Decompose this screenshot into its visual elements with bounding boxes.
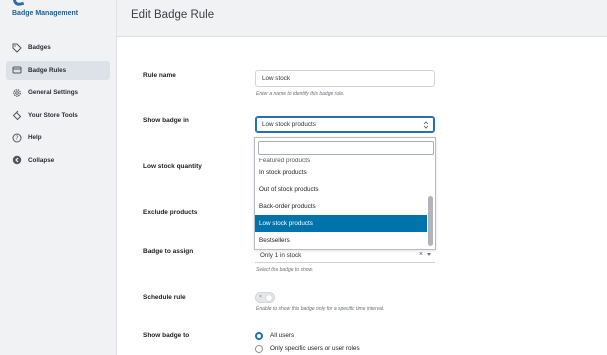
sidebar-item-help[interactable]: ? Help [6,128,110,147]
sidebar-item-label: Your Store Tools [28,111,78,119]
radio-all-users-label: All users [270,332,295,339]
dropdown-scroll-thumb[interactable] [428,196,433,246]
badge-to-assign-select[interactable]: Only 1 in stock × [255,248,435,263]
radio-all-users[interactable] [255,332,263,340]
collapse-icon [12,155,22,165]
sidebar-item-general-settings[interactable]: General Settings [6,83,110,102]
dropdown-option[interactable]: Back-order products [255,198,427,215]
dropdown-option[interactable]: In stock products [255,164,427,181]
sidebar-item-label: General Settings [28,89,79,96]
sidebar: Badge Management Badges Badge Rules Gene… [0,0,117,355]
show-badge-in-value: Low stock products [262,121,316,128]
show-badge-in-select[interactable]: Low stock products [255,116,435,133]
sidebar-item-label: Badges [28,44,51,51]
page-header: Edit Badge Rule [117,0,607,37]
help-icon: ? [12,133,22,143]
dropdown-option[interactable]: Bestsellers [255,232,427,249]
chevron-down-icon [427,253,431,256]
badge-to-assign-help: Select the badge to show. [256,267,314,273]
sidebar-item-label: Help [28,134,42,141]
rule-name-input[interactable]: Low stock [255,70,435,87]
toggle-knob [266,295,272,301]
logo-icon [11,0,25,7]
gear-icon [12,88,22,98]
schedule-rule-toggle[interactable]: × [255,292,275,303]
low-stock-quantity-label: Low stock quantity [143,163,202,170]
sidebar-item-badge-rules[interactable]: Badge Rules [6,60,110,80]
sidebar-nav: Badges Badge Rules General Settings Your… [6,38,110,173]
show-badge-in-label: Show badge in [143,117,189,124]
show-badge-to-label: Show badge to [143,332,190,339]
show-badge-in-dropdown: Featured products In stock products Out … [254,137,436,250]
sidebar-item-label: Badge Rules [28,66,67,74]
exclude-products-label: Exclude products [143,209,198,216]
rules-icon [12,65,22,75]
rule-name-label: Rule name [143,72,176,79]
dropdown-search-input[interactable] [258,141,434,155]
badge-to-assign-label: Badge to assign [143,248,194,255]
radio-specific-users-label: Only specific users or user roles [270,345,360,352]
clear-icon[interactable]: × [419,251,423,258]
dropdown-options: Featured products In stock products Out … [255,158,427,249]
dropdown-scrollbar[interactable] [428,158,433,248]
dropdown-option-selected[interactable]: Low stock products [255,215,427,232]
tools-icon [12,110,22,120]
schedule-rule-label: Schedule rule [143,294,186,301]
badge-to-assign-value: Only 1 in stock [260,251,302,259]
sidebar-item-collapse[interactable]: Collapse [6,151,110,170]
radio-specific-users[interactable] [255,345,263,353]
tag-icon [12,43,22,53]
sidebar-item-label: Collapse [28,156,55,164]
schedule-rule-help: Enable to show this badge only for a spe… [256,306,385,312]
brand-title: Badge Management [12,10,79,17]
toggle-off-icon: × [259,294,262,300]
rule-name-help: Enter a name to identify this badge rule… [256,91,345,97]
sidebar-item-badges[interactable]: Badges [6,38,110,57]
page-title: Edit Badge Rule [131,9,215,21]
rule-name-value: Low stock [262,75,290,82]
updown-chevron-icon [423,121,429,129]
svg-text:?: ? [15,135,18,142]
sidebar-item-store-tools[interactable]: Your Store Tools [6,106,110,125]
dropdown-option[interactable]: Out of stock products [255,181,427,198]
